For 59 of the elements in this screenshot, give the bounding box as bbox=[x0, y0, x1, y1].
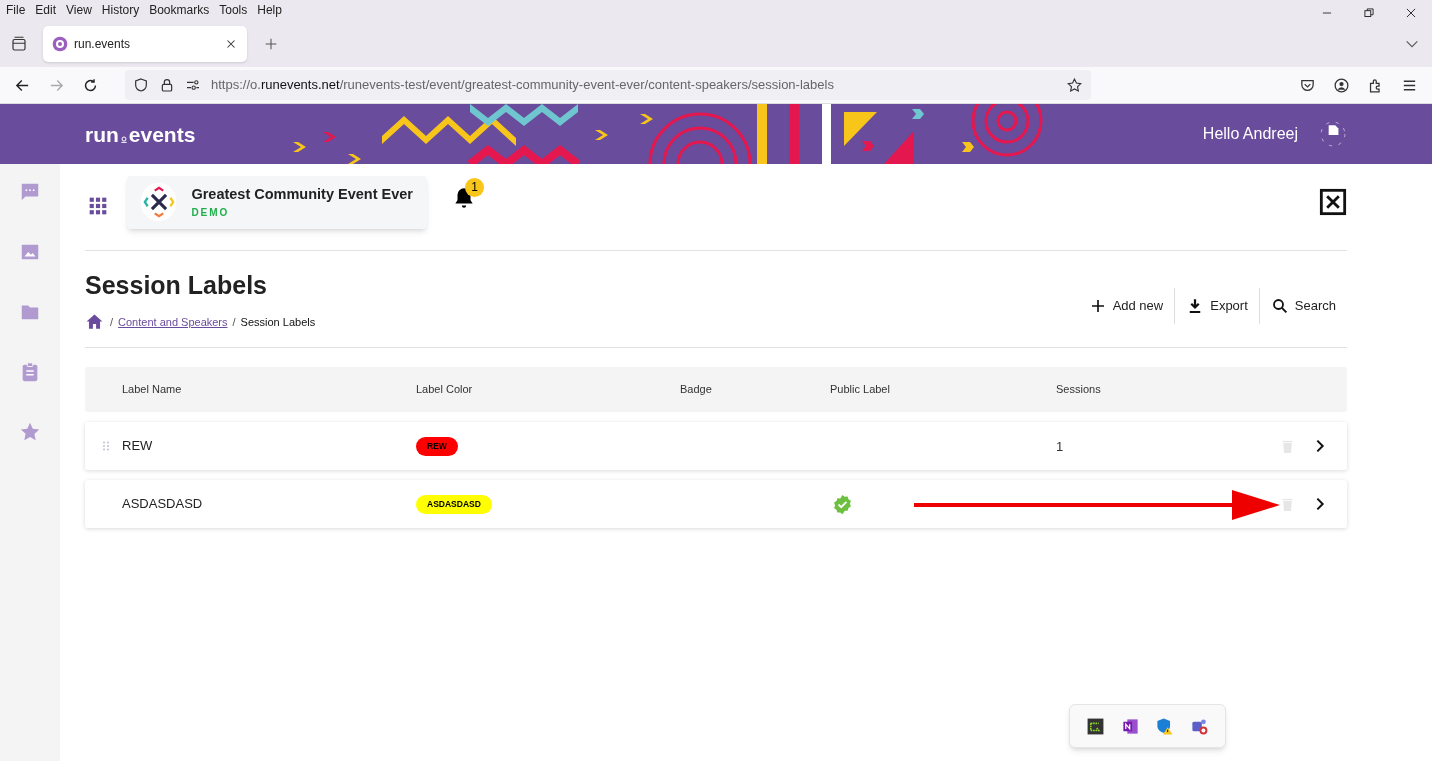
search-button[interactable]: Search bbox=[1258, 288, 1347, 324]
account-icon[interactable] bbox=[1333, 76, 1350, 94]
terminal-icon[interactable] bbox=[1085, 716, 1105, 736]
address-bar[interactable]: https://o.runevents.net/runevents-test/event/greatest-community-event-ever/content-speakers/session-labels bbox=[125, 70, 1091, 100]
label-color-tag: ASDASDASD bbox=[416, 494, 492, 514]
menu-item[interactable]: File bbox=[6, 1, 26, 19]
bookmark-star-icon[interactable] bbox=[1066, 76, 1083, 94]
label-color-tag: REW bbox=[416, 436, 458, 456]
event-card[interactable]: Greatest Community Event Ever DEMO bbox=[127, 175, 427, 229]
close-icon[interactable] bbox=[1404, 6, 1418, 20]
home-icon[interactable] bbox=[85, 312, 104, 332]
event-logo-icon bbox=[141, 185, 176, 219]
star-icon[interactable] bbox=[19, 421, 41, 443]
session-count: 1 bbox=[1056, 439, 1064, 454]
notebook-icon[interactable] bbox=[1120, 716, 1140, 736]
column-header: Label Name bbox=[122, 382, 183, 398]
tab-favicon-icon bbox=[52, 35, 68, 52]
breadcrumb-separator: / bbox=[232, 314, 236, 330]
add-button[interactable]: Add new bbox=[1077, 288, 1175, 324]
apps-grid-icon[interactable] bbox=[88, 196, 108, 216]
reload-icon[interactable] bbox=[82, 76, 99, 94]
menu-item[interactable]: Edit bbox=[35, 1, 57, 19]
notification-count: 1 bbox=[465, 177, 484, 197]
table-row[interactable]: ASDASDASD ASDASDASD bbox=[85, 480, 1347, 528]
column-header: Sessions bbox=[1056, 382, 1102, 398]
export-button[interactable]: Export bbox=[1174, 288, 1259, 324]
shield-icon bbox=[133, 77, 149, 93]
url-text: https://o.runevents.net/runevents-test/event/greatest-community-event-ever/content-speakers/session-labels bbox=[211, 76, 835, 95]
label-name: REW bbox=[122, 437, 154, 456]
column-header: Public Label bbox=[830, 382, 891, 398]
lock-icon bbox=[159, 77, 175, 93]
table-row[interactable]: REW REW 1 bbox=[85, 422, 1347, 470]
avatar-icon[interactable] bbox=[1320, 119, 1346, 149]
browser-tab[interactable]: run.events bbox=[43, 25, 247, 62]
menu-item[interactable]: Help bbox=[257, 1, 282, 19]
logo-text: run bbox=[85, 123, 119, 145]
menu-item[interactable]: View bbox=[66, 1, 92, 19]
greeting-text: Hello Andreej bbox=[1202, 124, 1298, 144]
breadcrumb-current: Session Labels bbox=[240, 314, 316, 330]
drag-handle-icon[interactable] bbox=[100, 439, 112, 453]
label-name: ASDASDASD bbox=[122, 495, 204, 514]
logo-text: events bbox=[128, 123, 196, 145]
breadcrumb-separator: / bbox=[110, 314, 114, 330]
menu-item[interactable]: Tools bbox=[219, 1, 248, 19]
column-header: Label Color bbox=[416, 382, 474, 398]
column-header: Badge bbox=[680, 382, 713, 398]
demo-label: DEMO bbox=[191, 206, 231, 221]
permissions-icon bbox=[185, 77, 201, 93]
tab-list-icon[interactable] bbox=[10, 34, 28, 53]
event-name: Greatest Community Event Ever bbox=[191, 184, 413, 204]
breadcrumb-link[interactable]: Content and Speakers bbox=[118, 313, 228, 330]
chat-app-icon[interactable] bbox=[1190, 716, 1210, 736]
restore-icon[interactable] bbox=[1362, 6, 1376, 20]
menu-item[interactable]: History bbox=[101, 1, 140, 19]
page-title: Session Labels bbox=[85, 269, 269, 301]
menu-item[interactable]: Bookmarks bbox=[149, 1, 210, 19]
search-icon bbox=[1270, 297, 1289, 315]
close-icon[interactable] bbox=[1319, 188, 1347, 216]
shield-warning-icon[interactable] bbox=[1155, 716, 1175, 736]
